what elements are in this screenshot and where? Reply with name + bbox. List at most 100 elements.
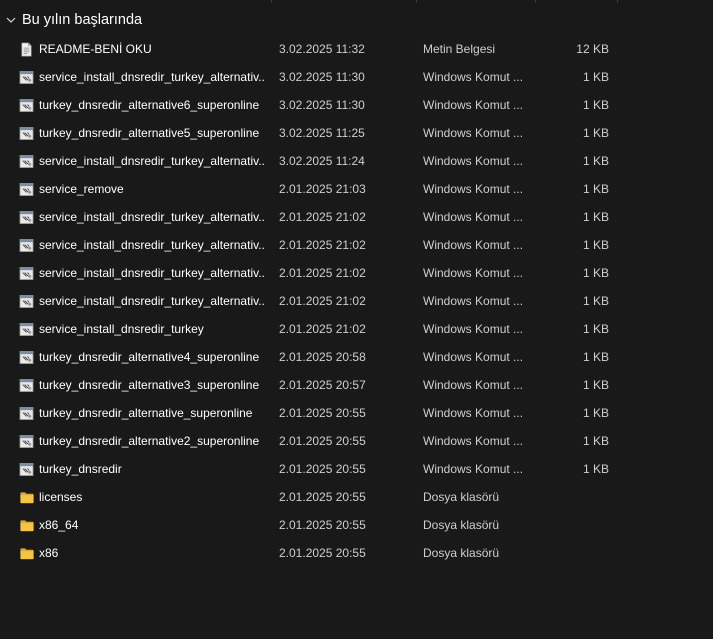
batch-file-icon (19, 434, 34, 449)
file-row[interactable]: turkey_dnsredir_alternative4_superonline… (0, 343, 713, 371)
file-size: 1 KB (582, 154, 609, 168)
file-name: service_install_dnsredir_turkey_alternat… (39, 266, 265, 280)
file-name: service_install_dnsredir_turkey_alternat… (39, 238, 265, 252)
folder-icon (19, 518, 34, 533)
file-date: 3.02.2025 11:30 (279, 70, 365, 84)
file-name: licenses (39, 490, 83, 504)
file-type: Windows Komut ... (423, 350, 524, 364)
file-name: turkey_dnsredir_alternative2_superonline (39, 434, 260, 448)
file-row[interactable]: service_remove 2.01.2025 21:03 Windows Kom… (0, 175, 713, 203)
file-row[interactable]: x86_64 2.01.2025 20:55 Dosya klasörü (0, 511, 713, 539)
file-size: 1 KB (582, 126, 609, 140)
file-name: service_install_dnsredir_turkey_alternat… (39, 154, 265, 168)
file-name: README-BENİ OKU (39, 42, 152, 56)
file-date: 3.02.2025 11:24 (279, 154, 365, 168)
file-type: Windows Komut ... (423, 98, 524, 112)
folder-icon (19, 490, 34, 505)
group-title: Bu yılın başlarında (22, 12, 143, 28)
file-type: Windows Komut ... (423, 406, 524, 420)
file-type: Windows Komut ... (423, 266, 524, 280)
chevron-down-icon[interactable] (6, 15, 16, 25)
file-date: 2.01.2025 21:02 (279, 210, 366, 224)
file-type: Windows Komut ... (423, 126, 524, 140)
file-name: turkey_dnsredir (39, 462, 122, 476)
file-name: service_install_dnsredir_turkey_alternat… (39, 210, 265, 224)
file-row[interactable]: service_install_dnsredir_turkey_alternat… (0, 259, 713, 287)
file-date: 2.01.2025 20:55 (279, 462, 366, 476)
column-divider[interactable] (416, 0, 417, 3)
file-row[interactable]: turkey_dnsredir_alternative2_superonline… (0, 427, 713, 455)
file-date: 3.02.2025 11:25 (279, 126, 365, 140)
file-date: 2.01.2025 21:02 (279, 266, 366, 280)
file-date: 2.01.2025 21:02 (279, 294, 366, 308)
file-type: Windows Komut ... (423, 210, 524, 224)
file-list-view: Bu yılın başlarında README-BENİ OKU 3.02.… (0, 0, 713, 639)
group-header[interactable]: Bu yılın başlarında (0, 9, 713, 33)
file-size: 1 KB (582, 322, 609, 336)
file-type: Windows Komut ... (423, 462, 524, 476)
file-type: Metin Belgesi (423, 42, 496, 56)
file-row[interactable]: turkey_dnsredir_alternative5_superonline… (0, 119, 713, 147)
batch-file-icon (19, 182, 34, 197)
file-rows: README-BENİ OKU 3.02.2025 11:32 Metin Belg… (0, 35, 713, 567)
file-date: 2.01.2025 20:57 (279, 378, 366, 392)
file-size: 1 KB (582, 462, 609, 476)
batch-file-icon (19, 378, 34, 393)
file-row[interactable]: turkey_dnsredir 2.01.2025 20:55 Windows Ko… (0, 455, 713, 483)
column-divider[interactable] (617, 0, 618, 3)
file-row[interactable]: service_install_dnsredir_turkey_alternat… (0, 63, 713, 91)
file-size: 1 KB (582, 70, 609, 84)
file-row[interactable]: service_install_dnsredir_turkey_alternat… (0, 231, 713, 259)
file-name: service_install_dnsredir_turkey_alternat… (39, 70, 265, 84)
file-name: turkey_dnsredir_alternative6_superonline (39, 98, 260, 112)
file-name: x86_64 (39, 518, 79, 532)
file-size: 1 KB (582, 182, 609, 196)
file-type: Windows Komut ... (423, 154, 524, 168)
batch-file-icon (19, 294, 34, 309)
file-date: 2.01.2025 21:03 (279, 182, 366, 196)
column-divider[interactable] (535, 0, 536, 3)
column-divider[interactable] (271, 0, 272, 3)
file-size: 1 KB (582, 378, 609, 392)
batch-file-icon (19, 210, 34, 225)
file-date: 2.01.2025 20:58 (279, 350, 366, 364)
file-date: 2.01.2025 21:02 (279, 322, 366, 336)
file-name: service_install_dnsredir_turkey (39, 322, 204, 336)
file-row[interactable]: service_install_dnsredir_turkey 2.01.2025… (0, 315, 713, 343)
file-type: Windows Komut ... (423, 378, 524, 392)
file-name: x86 (39, 546, 59, 560)
batch-file-icon (19, 350, 34, 365)
file-row[interactable]: licenses 2.01.2025 20:55 Dosya klasörü (0, 483, 713, 511)
file-row[interactable]: turkey_dnsredir_alternative6_superonline… (0, 91, 713, 119)
file-size: 1 KB (582, 350, 609, 364)
file-type: Windows Komut ... (423, 434, 524, 448)
file-size: 1 KB (582, 406, 609, 420)
file-size: 1 KB (582, 238, 609, 252)
batch-file-icon (19, 238, 34, 253)
file-type: Windows Komut ... (423, 182, 524, 196)
file-row[interactable]: service_install_dnsredir_turkey_alternat… (0, 287, 713, 315)
file-size: 1 KB (582, 294, 609, 308)
file-row[interactable]: turkey_dnsredir_alternative_superonline 2… (0, 399, 713, 427)
folder-icon (19, 546, 34, 561)
file-name: turkey_dnsredir_alternative4_superonline (39, 350, 260, 364)
file-size: 1 KB (582, 266, 609, 280)
batch-file-icon (19, 266, 34, 281)
file-size: 1 KB (582, 98, 609, 112)
file-row[interactable]: turkey_dnsredir_alternative3_superonline… (0, 371, 713, 399)
file-name: service_install_dnsredir_turkey_alternat… (39, 294, 265, 308)
file-name: turkey_dnsredir_alternative5_superonline (39, 126, 260, 140)
file-row[interactable]: README-BENİ OKU 3.02.2025 11:32 Metin Belg… (0, 35, 713, 63)
file-type: Windows Komut ... (423, 70, 524, 84)
file-row[interactable]: x86 2.01.2025 20:55 Dosya klasörü (0, 539, 713, 567)
file-row[interactable]: service_install_dnsredir_turkey_alternat… (0, 203, 713, 231)
batch-file-icon (19, 126, 34, 141)
file-name: turkey_dnsredir_alternative3_superonline (39, 378, 260, 392)
file-type: Dosya klasörü (423, 490, 500, 504)
file-type: Windows Komut ... (423, 294, 524, 308)
batch-file-icon (19, 70, 34, 85)
file-date: 2.01.2025 21:02 (279, 238, 366, 252)
file-date: 2.01.2025 20:55 (279, 490, 366, 504)
file-row[interactable]: service_install_dnsredir_turkey_alternat… (0, 147, 713, 175)
file-size: 1 KB (582, 434, 609, 448)
